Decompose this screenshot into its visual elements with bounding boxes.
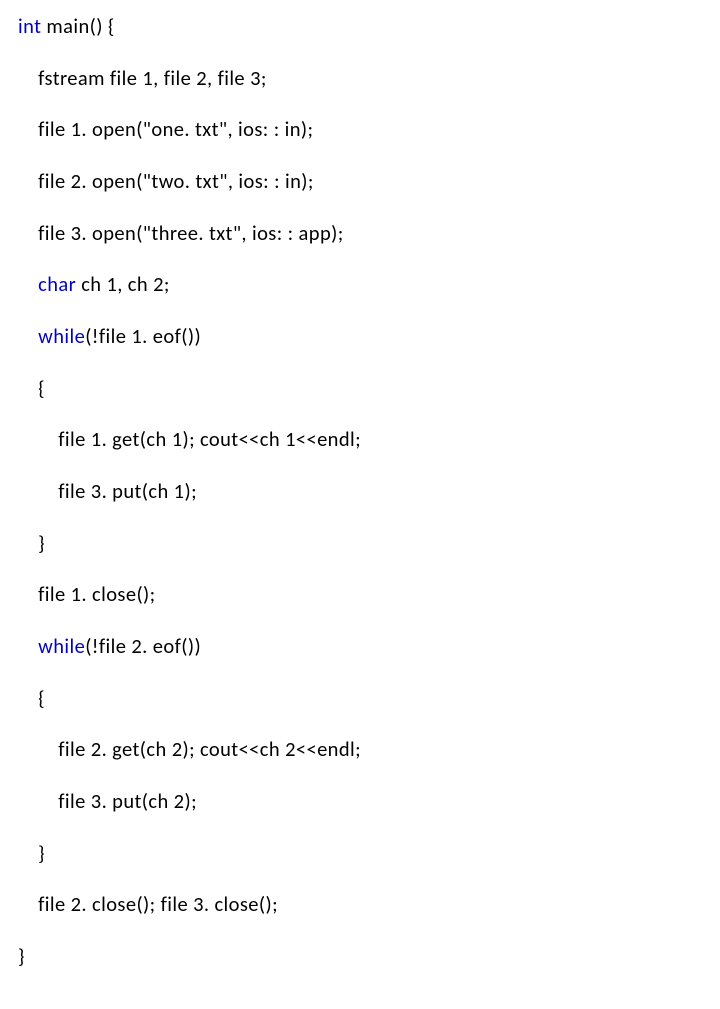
code-line-4: file 2. open("two. txt", ios: : in); [18,169,702,195]
code-line-16: file 3. put(ch 2); [18,789,702,815]
code-line-5: file 3. open("three. txt", ios: : app); [18,221,702,247]
keyword-char: char [38,271,76,297]
code-block: int main() { fstream file 1, file 2, fil… [18,14,702,995]
code-line-7: while(!file 1. eof()) [18,324,702,350]
code-line-8: { [18,376,702,402]
code-line-12: file 1. close(); [18,582,702,608]
code-line-2: fstream file 1, file 2, file 3; [18,66,702,92]
code-line-1: int main() { [18,14,702,40]
indent [18,633,38,659]
keyword-while: while [38,323,85,349]
code-line-14: { [18,686,702,712]
code-line-19: } [18,944,702,970]
code-line-3: file 1. open("one. txt", ios: : in); [18,117,702,143]
code-line-6: char ch 1, ch 2; [18,272,702,298]
code-text: ch 1, ch 2; [76,271,170,297]
code-text: (!file 1. eof()) [85,323,201,349]
code-line-11: } [18,531,702,557]
code-line-17: } [18,841,702,867]
code-text: (!file 2. eof()) [85,633,201,659]
keyword-while: while [38,633,85,659]
code-line-18: file 2. close(); file 3. close(); [18,892,702,918]
code-line-9: file 1. get(ch 1); cout<<ch 1<<endl; [18,427,702,453]
keyword-int: int [18,13,41,39]
code-line-10: file 3. put(ch 1); [18,479,702,505]
indent [18,271,38,297]
indent [18,323,38,349]
code-line-13: while(!file 2. eof()) [18,634,702,660]
code-line-15: file 2. get(ch 2); cout<<ch 2<<endl; [18,737,702,763]
code-text: main() { [41,13,114,39]
